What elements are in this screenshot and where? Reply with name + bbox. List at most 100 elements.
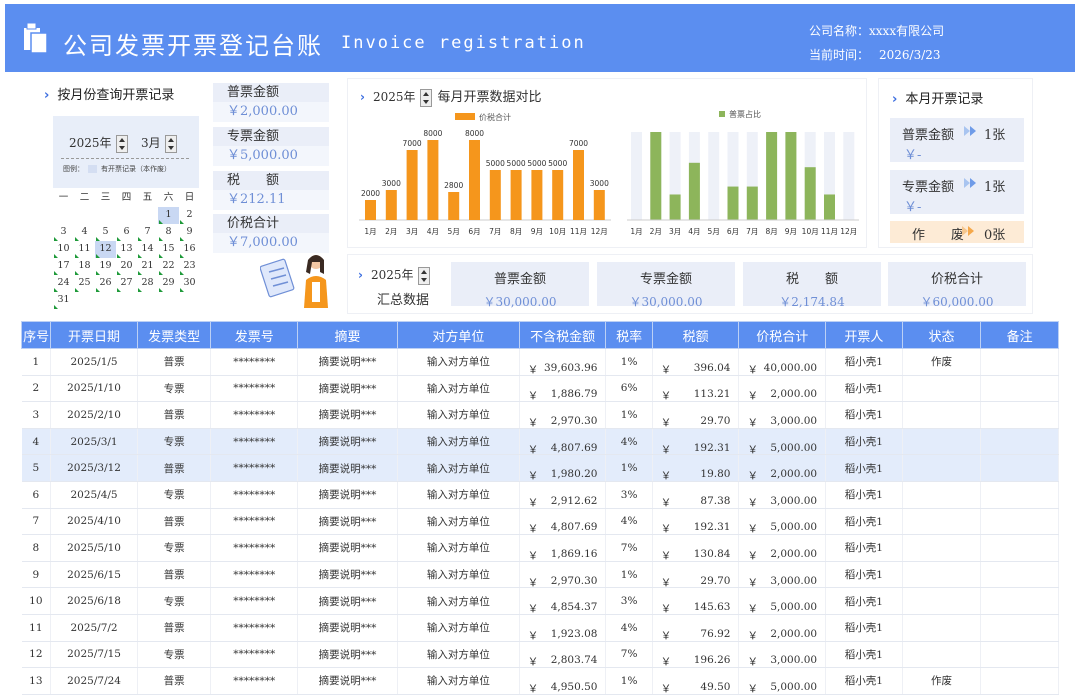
cell-num[interactable]: ******** — [210, 428, 299, 456]
cell-total[interactable]: ￥ 2,000.00 — [738, 454, 827, 482]
cell-issuer[interactable]: 稻小壳1 — [825, 534, 903, 562]
cell-rate[interactable]: 6% — [605, 375, 653, 403]
cell-type[interactable]: 普票 — [137, 348, 212, 376]
cell-rate[interactable]: 3% — [605, 587, 653, 615]
cell-no[interactable]: 12 — [21, 641, 52, 669]
cell-date[interactable]: 2025/4/10 — [50, 508, 138, 536]
calendar-day[interactable]: 20 — [116, 258, 137, 275]
cell-num[interactable]: ******** — [210, 587, 299, 615]
cell-net[interactable]: ￥ 39,603.96 — [519, 348, 607, 376]
cell-date[interactable]: 2025/6/18 — [50, 587, 138, 615]
calendar-day[interactable]: 24 — [53, 275, 74, 292]
cell-net[interactable]: ￥ 2,970.30 — [519, 401, 607, 429]
cell-status[interactable] — [902, 614, 982, 642]
cell-party[interactable]: 输入对方单位 — [397, 587, 520, 615]
cell-type[interactable]: 专票 — [137, 587, 212, 615]
cell-sum[interactable]: 摘要说明*** — [297, 614, 398, 642]
calendar-day[interactable]: 29 — [158, 275, 179, 292]
cell-tax[interactable]: ￥ 196.26 — [652, 641, 740, 668]
cell-tax[interactable]: ￥ 29.70 — [652, 561, 740, 589]
table-row[interactable]: 5 2025/3/12 普票 ******** 摘要说明*** 输入对方单位 ￥ 1,980.… — [21, 454, 1059, 482]
cell-sum[interactable]: 摘要说明*** — [297, 534, 398, 562]
chart-year-spinner[interactable] — [419, 88, 432, 107]
calendar-day[interactable]: 9 — [179, 224, 200, 241]
cell-type[interactable]: 普票 — [137, 667, 212, 695]
cell-no[interactable]: 4 — [21, 428, 52, 456]
cell-net[interactable]: ￥ 1,923.08 — [519, 614, 607, 642]
calendar-day[interactable]: 30 — [179, 275, 200, 292]
cell-tax[interactable]: ￥ 76.92 — [652, 614, 740, 642]
cell-net[interactable]: ￥ 1,980.20 — [519, 454, 607, 482]
cell-tax[interactable]: ￥ 130.84 — [652, 534, 740, 562]
column-header[interactable]: 税额 — [651, 321, 740, 349]
table-row[interactable]: 6 2025/4/5 专票 ******** 摘要说明*** 输入对方单位 ￥ 2,912.6… — [21, 481, 1059, 509]
cell-total[interactable]: ￥ 3,000.00 — [738, 481, 827, 509]
cell-note[interactable] — [980, 587, 1059, 615]
calendar-day[interactable]: 18 — [74, 258, 95, 275]
cell-num[interactable]: ******** — [210, 481, 299, 509]
cell-issuer[interactable]: 稻小壳1 — [825, 667, 903, 695]
cell-issuer[interactable]: 稻小壳1 — [825, 375, 903, 403]
cell-total[interactable]: ￥ 2,000.00 — [738, 375, 827, 402]
cell-rate[interactable]: 1% — [605, 561, 653, 589]
cell-party[interactable]: 输入对方单位 — [397, 428, 520, 456]
cell-party[interactable]: 输入对方单位 — [397, 667, 520, 695]
table-row[interactable]: 4 2025/3/1 专票 ******** 摘要说明*** 输入对方单位 ￥ 4,807.6… — [21, 428, 1059, 456]
cell-status[interactable] — [902, 401, 982, 429]
cell-sum[interactable]: 摘要说明*** — [297, 401, 398, 429]
cell-type[interactable]: 普票 — [137, 401, 212, 429]
cell-party[interactable]: 输入对方单位 — [397, 614, 520, 642]
cell-no[interactable]: 10 — [21, 587, 52, 615]
cell-num[interactable]: ******** — [210, 401, 299, 429]
cell-tax[interactable]: ￥ 49.50 — [652, 667, 740, 695]
column-header[interactable]: 开票人 — [825, 321, 903, 349]
cell-total[interactable]: ￥ 5,000.00 — [738, 587, 827, 615]
cell-note[interactable] — [980, 508, 1059, 536]
cell-tax[interactable]: ￥ 396.04 — [652, 348, 740, 376]
calendar-day[interactable]: 14 — [137, 241, 158, 258]
cell-tax[interactable]: ￥ 87.38 — [652, 481, 740, 509]
cell-issuer[interactable]: 稻小壳1 — [825, 614, 903, 642]
cell-tax[interactable]: ￥ 29.70 — [652, 401, 740, 429]
cell-date[interactable]: 2025/6/15 — [50, 561, 138, 589]
cell-num[interactable]: ******** — [210, 641, 299, 669]
calendar-day[interactable]: 15 — [158, 241, 179, 258]
cell-no[interactable]: 6 — [21, 481, 52, 509]
cell-status[interactable]: 作废 — [902, 667, 982, 695]
column-header[interactable]: 发票号 — [210, 321, 299, 349]
cell-net[interactable]: ￥ 4,854.37 — [519, 587, 607, 615]
cell-sum[interactable]: 摘要说明*** — [297, 428, 398, 456]
column-header[interactable]: 状态 — [901, 321, 982, 349]
cell-no[interactable]: 2 — [21, 375, 52, 403]
calendar-day[interactable]: 16 — [179, 241, 200, 258]
cell-type[interactable]: 普票 — [137, 561, 212, 589]
cell-net[interactable]: ￥ 2,970.30 — [519, 561, 607, 589]
table-row[interactable]: 12 2025/7/15 专票 ******** 摘要说明*** 输入对方单位 ￥ 2,803… — [21, 641, 1059, 669]
calendar-day[interactable]: 1 — [158, 207, 179, 224]
cell-total[interactable]: ￥ 3,000.00 — [738, 641, 827, 668]
cell-party[interactable]: 输入对方单位 — [397, 348, 520, 376]
cell-rate[interactable]: 7% — [605, 641, 653, 669]
cell-total[interactable]: ￥ 3,000.00 — [738, 401, 827, 429]
cell-rate[interactable]: 4% — [605, 614, 653, 642]
cell-tax[interactable]: ￥ 145.63 — [652, 587, 740, 615]
cell-tax[interactable]: ￥ 113.21 — [652, 375, 740, 402]
cell-rate[interactable]: 1% — [605, 348, 653, 376]
cell-date[interactable]: 2025/7/15 — [50, 641, 138, 669]
cell-date[interactable]: 2025/1/10 — [50, 375, 138, 403]
cell-issuer[interactable]: 稻小壳1 — [825, 508, 903, 536]
cell-note[interactable] — [980, 401, 1059, 429]
calendar-day[interactable]: 27 — [116, 275, 137, 292]
cell-note[interactable] — [980, 641, 1059, 669]
cell-sum[interactable]: 摘要说明*** — [297, 587, 398, 615]
cell-note[interactable] — [980, 481, 1059, 509]
cell-party[interactable]: 输入对方单位 — [397, 481, 520, 509]
column-header[interactable]: 开票日期 — [50, 321, 138, 349]
cell-total[interactable]: ￥ 2,000.00 — [738, 614, 827, 642]
cell-total[interactable]: ￥ 2,000.00 — [738, 534, 827, 562]
cell-sum[interactable]: 摘要说明*** — [297, 641, 398, 669]
month-spinner[interactable] — [164, 134, 177, 153]
cell-party[interactable]: 输入对方单位 — [397, 375, 520, 403]
cell-party[interactable]: 输入对方单位 — [397, 401, 520, 429]
cell-type[interactable]: 专票 — [137, 481, 212, 509]
